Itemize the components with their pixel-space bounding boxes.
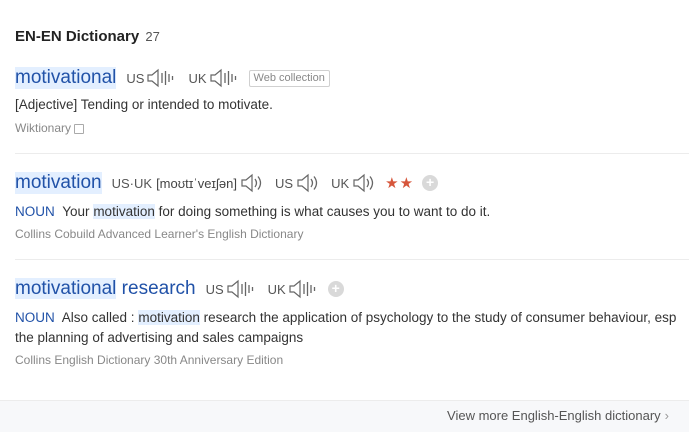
plus-icon[interactable]: + — [422, 175, 439, 191]
speaker-icon[interactable] — [239, 173, 265, 193]
definition: [Adjective] Tending or intended to motiv… — [15, 97, 273, 112]
headword[interactable]: motivation — [15, 172, 102, 194]
headword-rest: research — [121, 278, 196, 299]
view-more-link[interactable]: View more English-English dictionary › — [447, 408, 669, 423]
web-collection-badge: Web collection — [248, 69, 330, 87]
source-label: Collins Cobuild Advanced Learner's Engli… — [15, 227, 304, 241]
definition-highlight: motivation — [138, 310, 200, 325]
speaker-icon[interactable] — [288, 279, 320, 299]
us-label: US — [126, 70, 145, 86]
entry-motivational: motivational US UK Web collection [Adjec… — [15, 65, 689, 135]
frequency-stars: ★★ — [385, 175, 415, 192]
headword-highlight: motivational — [15, 278, 117, 299]
definition-text: for doing something is what causes you t… — [158, 204, 491, 219]
us-uk-label: US·UK — [111, 175, 153, 191]
source-label: Collins English Dictionary 30th Annivers… — [15, 353, 284, 367]
definition: NOUN Your motivation for doing something… — [15, 202, 689, 222]
speaker-icon[interactable] — [295, 173, 321, 193]
definition-text: Also called : — [61, 310, 135, 325]
part-of-speech: NOUN — [15, 204, 55, 219]
footer-bar: View more English-English dictionary › — [0, 400, 689, 432]
dictionary-header: EN-EN Dictionary 27 — [15, 28, 160, 45]
entry-motivational-research: motivational research US UK + NOUN Also … — [15, 276, 677, 367]
uk-label: UK — [267, 281, 286, 297]
uk-label: UK — [331, 175, 350, 191]
view-more-label: View more English-English dictionary — [447, 408, 661, 423]
divider — [15, 259, 689, 260]
chevron-right-icon: › — [664, 408, 669, 423]
speaker-icon[interactable] — [226, 279, 258, 299]
definition-text: Your — [62, 204, 90, 219]
dictionary-title: EN-EN Dictionary — [15, 28, 140, 45]
definition-highlight: motivation — [93, 204, 155, 219]
speaker-icon[interactable] — [351, 173, 377, 193]
source-label: Wiktionary — [15, 121, 72, 135]
result-count: 27 — [145, 29, 160, 44]
plus-icon[interactable]: + — [327, 281, 344, 297]
speaker-icon[interactable] — [146, 68, 178, 88]
divider — [15, 153, 689, 154]
headword[interactable]: motivational — [15, 67, 117, 89]
phonetic: [moʊtɪˈveɪʃən] — [156, 175, 238, 191]
headword[interactable]: motivational research — [15, 278, 196, 300]
part-of-speech: NOUN — [15, 310, 55, 325]
speaker-icon[interactable] — [209, 68, 241, 88]
us-label: US — [205, 281, 224, 297]
us-label: US — [275, 175, 294, 191]
checkbox-icon[interactable] — [74, 123, 85, 134]
entry-motivation: motivation US·UK [moʊtɪˈveɪʃən] US UK ★★… — [15, 170, 689, 241]
definition: NOUN Also called : motivation research t… — [15, 308, 677, 348]
uk-label: UK — [188, 70, 207, 86]
